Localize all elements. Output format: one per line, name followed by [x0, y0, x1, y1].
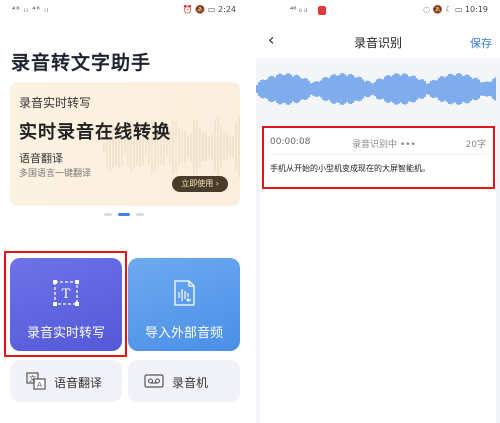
- import-audio-tile[interactable]: 导入外部音频: [128, 258, 240, 351]
- audio-waveform-panel: [256, 58, 500, 120]
- banner-feature-desc: 多国语言一键翻译: [19, 169, 92, 179]
- carousel-dot: [104, 213, 112, 216]
- page-title: 录音识别: [353, 36, 402, 50]
- translate-icon: 文 A: [26, 372, 46, 390]
- status-bar: ⁴⁶ ᵢₗ ᵢₗ ◌ 🔕 ☾ ▭ 10:19: [256, 0, 500, 20]
- banner-subtitle: 录音实时转写: [19, 96, 92, 110]
- carousel-dot-active: [118, 213, 130, 216]
- nav-bar: ‹ 录音识别 保存: [256, 28, 500, 56]
- clock-text: 2:24: [218, 5, 236, 14]
- signal-indicators: ⁴⁶ ᵢₗ ᵢₗ: [290, 5, 308, 14]
- status-right: ◌ 🔕 ☾ ▭ 10:19: [423, 5, 488, 14]
- tile-label: 语音翻译: [54, 376, 103, 390]
- save-button[interactable]: 保存: [470, 35, 492, 51]
- left-phone-screen: ⁴⁶ ᵢₗ ⁴⁶ ᵢₗ ⏰ 🔕 ▭ 2:24 录音转文字助手 录音实时转写 实时…: [0, 0, 248, 423]
- moon-icon: ☾: [445, 5, 453, 14]
- recorder-icon: [144, 374, 164, 388]
- banner-headline: 实时录音在线转换: [19, 122, 171, 143]
- carousel-dot: [136, 213, 144, 216]
- tile-label: 录音机: [172, 376, 209, 390]
- banner-feature: 语音翻译: [19, 152, 63, 165]
- right-phone-screen: ⁴⁶ ᵢₗ ᵢₗ ◌ 🔕 ☾ ▭ 10:19 ‹ 录音识别 保存 00:00:0…: [256, 0, 500, 423]
- tile-label: 导入外部音频: [144, 326, 223, 341]
- highlight-frame: [4, 251, 127, 357]
- promo-banner[interactable]: 录音实时转写 实时录音在线转换 语音翻译 多国语言一键翻译 立即使用 ›: [10, 82, 240, 206]
- status-bar: ⁴⁶ ᵢₗ ⁴⁶ ᵢₗ ⏰ 🔕 ▭ 2:24: [0, 0, 248, 20]
- headset-icon: ◌: [423, 5, 431, 14]
- battery-icon: ▭: [207, 5, 216, 14]
- svg-text:文: 文: [29, 374, 36, 383]
- battery-icon: ▭: [454, 5, 463, 14]
- svg-text:A: A: [37, 381, 42, 389]
- notification-badge-icon: [318, 6, 326, 15]
- highlight-frame: [262, 126, 495, 189]
- app-title: 录音转文字助手: [11, 52, 152, 74]
- status-time: ⏰ 🔕 ▭ 2:24: [183, 5, 236, 14]
- alarm-icon: ⏰: [182, 5, 193, 14]
- screenshot-root: ⁴⁶ ᵢₗ ⁴⁶ ᵢₗ ⏰ 🔕 ▭ 2:24 录音转文字助手 录音实时转写 实时…: [0, 0, 500, 423]
- signal-indicators: ⁴⁶ ᵢₗ ⁴⁶ ᵢₗ: [12, 5, 49, 14]
- audio-import-icon: [174, 280, 195, 306]
- voice-translate-tile[interactable]: 文 A 语音翻译: [10, 360, 122, 402]
- clock-text: 10:19: [464, 5, 488, 14]
- recorder-tile[interactable]: 录音机: [128, 360, 240, 402]
- mute-icon: 🔕: [432, 5, 443, 14]
- use-now-button[interactable]: 立即使用 ›: [172, 176, 228, 192]
- audio-waveform-icon: [256, 73, 496, 105]
- mute-icon: 🔕: [195, 5, 206, 14]
